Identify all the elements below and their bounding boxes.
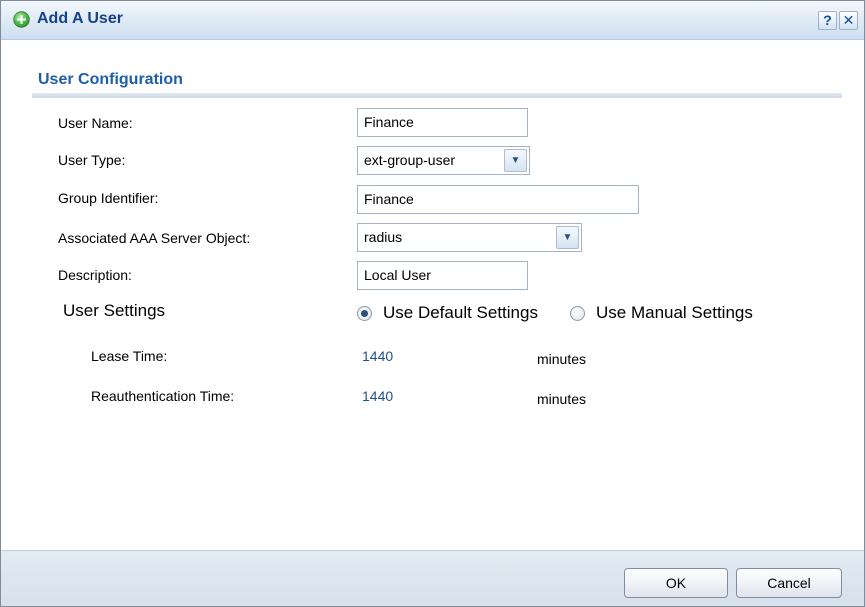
description-value: Local User <box>364 267 431 283</box>
reauth-time-unit: minutes <box>537 391 587 407</box>
add-circle-icon <box>13 11 30 28</box>
description-input[interactable]: Local User <box>357 261 528 290</box>
group-identifier-input[interactable]: Finance <box>357 185 639 214</box>
lease-time-value: 1440 <box>362 348 394 364</box>
group-identifier-value: Finance <box>364 191 414 207</box>
lease-time-label: Lease Time: <box>91 348 168 364</box>
add-user-dialog: Add A User ? ✕ User Configuration User N… <box>0 0 865 607</box>
user-settings-heading: User Settings <box>63 301 166 320</box>
user-name-value: Finance <box>364 114 414 130</box>
dialog-titlebar: Add A User ? ✕ <box>1 1 864 40</box>
manual-settings-option[interactable]: Use Manual Settings <box>570 303 753 323</box>
reauth-time-label: Reauthentication Time: <box>91 388 235 404</box>
aaa-server-select[interactable]: radius ▼ <box>357 223 582 252</box>
user-name-label: User Name: <box>58 115 133 131</box>
user-type-value: ext-group-user <box>364 152 456 168</box>
reauth-time-value: 1440 <box>362 388 394 404</box>
dialog-title: Add A User <box>37 10 123 27</box>
user-name-input[interactable]: Finance <box>357 108 528 137</box>
lease-time-unit: minutes <box>537 351 587 367</box>
chevron-down-icon[interactable]: ▼ <box>556 226 579 249</box>
dialog-footer: OK Cancel <box>1 550 864 606</box>
description-label: Description: <box>58 267 132 283</box>
default-settings-radio[interactable] <box>357 305 372 321</box>
close-button[interactable]: ✕ <box>839 11 858 30</box>
help-button[interactable]: ? <box>818 11 837 30</box>
cancel-button[interactable]: Cancel <box>736 568 842 598</box>
ok-button[interactable]: OK <box>624 568 728 598</box>
chevron-down-icon[interactable]: ▼ <box>504 149 527 172</box>
aaa-server-value: radius <box>364 229 403 245</box>
user-type-select[interactable]: ext-group-user ▼ <box>357 146 530 175</box>
aaa-server-label: Associated AAA Server Object: <box>58 230 251 246</box>
manual-settings-radio[interactable] <box>570 305 585 321</box>
section-divider <box>32 93 842 98</box>
manual-settings-label: Use Manual Settings <box>596 303 753 322</box>
user-type-label: User Type: <box>58 152 126 168</box>
group-identifier-label: Group Identifier: <box>58 190 159 206</box>
default-settings-label: Use Default Settings <box>383 303 538 322</box>
default-settings-option[interactable]: Use Default Settings <box>357 303 538 323</box>
section-title: User Configuration <box>38 71 183 88</box>
